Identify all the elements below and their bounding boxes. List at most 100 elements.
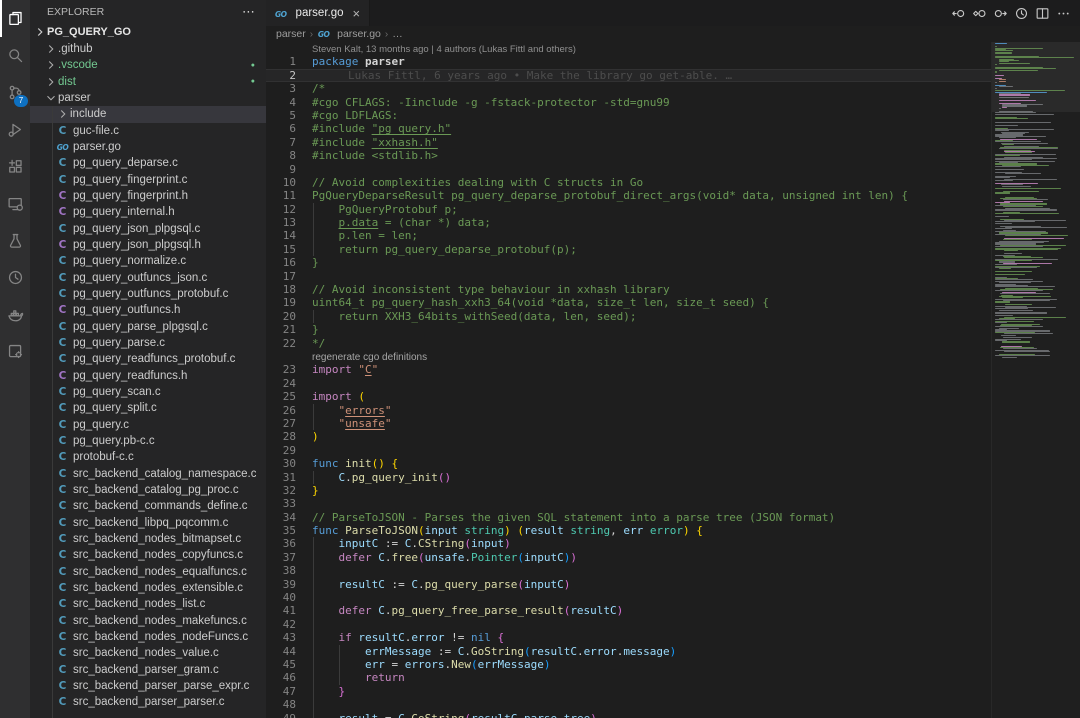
line-number[interactable]: 45 (266, 658, 296, 671)
tree-item-file[interactable]: Cpg_query_outfuncs_json.c (30, 270, 266, 286)
close-icon[interactable]: × (353, 7, 361, 20)
line-number[interactable]: 22 (266, 337, 296, 350)
code-line[interactable]: 43 if resultC.error != nil { (266, 631, 992, 644)
tree-item-file[interactable]: GOparser.go (30, 139, 266, 155)
source-control-icon[interactable]: 7 (0, 74, 30, 111)
code-line[interactable]: 10// Avoid complexities dealing with C s… (266, 176, 992, 189)
tree-item-file[interactable]: Csrc_backend_nodes_copyfuncs.c (30, 547, 266, 563)
line-number[interactable]: 38 (266, 564, 296, 577)
line-number[interactable]: 29 (266, 444, 296, 457)
tree-item-file[interactable]: Csrc_backend_nodes_makefuncs.c (30, 612, 266, 628)
line-number[interactable]: 8 (266, 149, 296, 162)
line-number[interactable]: 6 (266, 122, 296, 135)
code-line[interactable]: 13 p.data = (char *) data; (266, 216, 992, 229)
code-line[interactable]: 35func ParseToJSON(input string) (result… (266, 524, 992, 537)
line-number[interactable]: 24 (266, 377, 296, 390)
code-line[interactable]: 15 return pg_query_deparse_protobuf(p); (266, 243, 992, 256)
open-change-icon[interactable] (971, 5, 988, 22)
code-line[interactable]: 39 resultC := C.pg_query_parse(inputC) (266, 578, 992, 591)
code-line[interactable]: 14 p.len = len; (266, 229, 992, 242)
gitlens-icon[interactable] (0, 259, 30, 296)
tree-item-file[interactable]: Csrc_backend_nodes_list.c (30, 596, 266, 612)
code-line[interactable]: 21} (266, 323, 992, 336)
tree-item-file[interactable]: Cpg_query_parse.c (30, 335, 266, 351)
breadcrumb-item[interactable]: parser (276, 28, 306, 40)
line-number[interactable]: 36 (266, 537, 296, 550)
tree-item-file[interactable]: Cpg_query_scan.c (30, 384, 266, 400)
testing-icon[interactable] (0, 222, 30, 259)
line-number[interactable]: 25 (266, 390, 296, 403)
search-icon[interactable] (0, 37, 30, 74)
tree-item-file[interactable]: Cpg_query_fingerprint.h (30, 188, 266, 204)
line-number[interactable] (266, 350, 296, 363)
code-line[interactable]: 28) (266, 430, 992, 443)
line-number[interactable]: 27 (266, 417, 296, 430)
tree-item-file[interactable]: Cpg_query_deparse.c (30, 155, 266, 171)
code-line[interactable]: 9 (266, 163, 992, 176)
more-icon[interactable] (1055, 5, 1072, 22)
code-line[interactable]: 36 inputC := C.CString(input) (266, 537, 992, 550)
tree-item-file[interactable]: Csrc_backend_parser_parse_expr.c (30, 678, 266, 694)
tree-item-file[interactable]: Cpg_query_fingerprint.c (30, 172, 266, 188)
line-number[interactable]: 10 (266, 176, 296, 189)
code-line[interactable]: 49 result = C.GoString(resultC.parse_tre… (266, 712, 992, 718)
codelens-row[interactable]: regenerate cgo definitions (266, 350, 992, 363)
next-change-icon[interactable] (992, 5, 1009, 22)
code-line[interactable]: 42 (266, 618, 992, 631)
tree-item-file[interactable]: Cpg_query_json_plpgsql.c (30, 221, 266, 237)
line-number[interactable]: 41 (266, 604, 296, 617)
explorer-more-actions-icon[interactable]: ⋯ (242, 4, 256, 20)
tree-item-file[interactable]: Csrc_backend_nodes_equalfuncs.c (30, 564, 266, 580)
tab-parser-go[interactable]: GO parser.go × (266, 0, 370, 26)
code-line[interactable]: 25import ( (266, 390, 992, 403)
tree-item-file[interactable]: Cpg_query_readfuncs_protobuf.c (30, 351, 266, 367)
line-number[interactable]: 16 (266, 256, 296, 269)
line-number[interactable]: 7 (266, 136, 296, 149)
minimap[interactable] (991, 42, 1080, 718)
code-line[interactable]: 46 return (266, 671, 992, 684)
line-number[interactable]: 37 (266, 551, 296, 564)
line-number[interactable]: 40 (266, 591, 296, 604)
docker-icon[interactable] (0, 296, 30, 333)
code-line[interactable]: 41 defer C.pg_query_free_parse_result(re… (266, 604, 992, 617)
code-line[interactable]: 34// ParseToJSON - Parses the given SQL … (266, 511, 992, 524)
line-number[interactable]: 35 (266, 524, 296, 537)
line-number[interactable]: 34 (266, 511, 296, 524)
code-line[interactable]: 47 } (266, 685, 992, 698)
line-number[interactable]: 47 (266, 685, 296, 698)
code-line[interactable]: 27 "unsafe" (266, 417, 992, 430)
line-number[interactable]: 18 (266, 283, 296, 296)
tree-item-file[interactable]: Csrc_backend_catalog_pg_proc.c (30, 482, 266, 498)
line-number[interactable]: 20 (266, 310, 296, 323)
line-number[interactable]: 5 (266, 109, 296, 122)
tree-item-file[interactable]: Csrc_backend_nodes_nodeFuncs.c (30, 629, 266, 645)
tree-item-file[interactable]: Cguc-file.c (30, 123, 266, 139)
code-line[interactable]: 32} (266, 484, 992, 497)
code-line[interactable]: 3/* (266, 82, 992, 95)
line-number[interactable]: 26 (266, 404, 296, 417)
code-line[interactable]: 6#include "pg_query.h" (266, 122, 992, 135)
line-number[interactable]: 42 (266, 618, 296, 631)
code-line[interactable]: 23import "C" (266, 363, 992, 376)
tree-item-file[interactable]: Cpg_query_outfuncs.h (30, 302, 266, 318)
tree-item-folder[interactable]: dist● (30, 74, 266, 90)
run-debug-icon[interactable] (0, 111, 30, 148)
line-number[interactable]: 23 (266, 363, 296, 376)
line-number[interactable]: 28 (266, 430, 296, 443)
code-line[interactable]: 8#include <stdlib.h> (266, 149, 992, 162)
code-line[interactable]: 33 (266, 497, 992, 510)
line-number[interactable]: 1 (266, 55, 296, 68)
split-editor-icon[interactable] (1034, 5, 1051, 22)
tree-item-file[interactable]: Csrc_backend_parser_gram.c (30, 661, 266, 677)
code-line[interactable]: 29 (266, 444, 992, 457)
tree-item-file[interactable]: Cpg_query.pb-c.c (30, 433, 266, 449)
tree-item-file[interactable]: Csrc_backend_nodes_value.c (30, 645, 266, 661)
tree-item-file[interactable]: Cpg_query_readfuncs.h (30, 368, 266, 384)
line-number[interactable]: 3 (266, 82, 296, 95)
code-line[interactable]: 48 (266, 698, 992, 711)
line-number[interactable]: 4 (266, 96, 296, 109)
line-number[interactable]: 49 (266, 712, 296, 718)
line-number[interactable]: 33 (266, 497, 296, 510)
line-number[interactable]: 32 (266, 484, 296, 497)
prev-change-icon[interactable] (950, 5, 967, 22)
